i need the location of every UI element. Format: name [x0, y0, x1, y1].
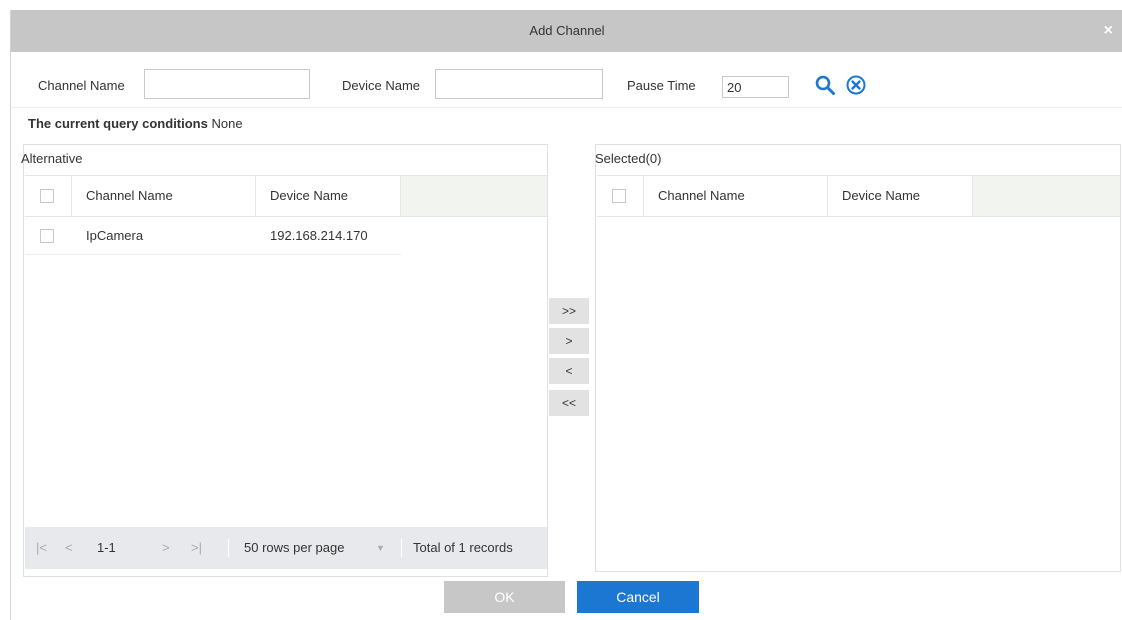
select-all-checkbox[interactable]: [40, 189, 54, 203]
row-device-name: 192.168.214.170: [270, 228, 368, 243]
channel-name-label: Channel Name: [38, 78, 125, 93]
alternative-panel: Alternative Channel Name Device Name IpC…: [21, 144, 548, 577]
rows-per-page-select[interactable]: 50 rows per page: [244, 527, 344, 569]
selected-panel: Selected(0) Channel Name Device Name: [595, 144, 1121, 572]
select-all-cell: [25, 176, 72, 216]
pagination-bar: |< < 1-1 > >| 50 rows per page ▼ Total o…: [25, 527, 547, 569]
add-all-button[interactable]: >>: [549, 298, 589, 324]
column-header-device-name[interactable]: Device Name: [828, 176, 973, 216]
row-channel-name: IpCamera: [86, 228, 144, 243]
chevron-down-icon[interactable]: ▼: [376, 527, 385, 569]
pager-divider: [228, 539, 229, 557]
dialog-title: Add Channel: [529, 23, 605, 38]
cancel-button[interactable]: Cancel: [577, 581, 699, 613]
alternative-title: Alternative: [21, 151, 83, 166]
dialog-titlebar: Add Channel ×: [11, 10, 1122, 52]
select-all-checkbox[interactable]: [612, 189, 626, 203]
pause-time-input[interactable]: [722, 76, 789, 98]
prev-page-icon[interactable]: <: [65, 527, 73, 569]
query-conditions: The current query conditions None: [28, 116, 243, 131]
first-page-icon[interactable]: |<: [36, 527, 47, 569]
add-channel-dialog: Add Channel × Channel Name Device Name P…: [10, 10, 1122, 620]
alternative-table-header: Channel Name Device Name: [25, 175, 547, 217]
filter-bar: Channel Name Device Name Pause Time: [11, 52, 1122, 108]
column-header-channel-name[interactable]: Channel Name: [644, 176, 828, 216]
select-all-cell: [597, 176, 644, 216]
ok-button[interactable]: OK: [444, 581, 565, 613]
table-row[interactable]: IpCamera 192.168.214.170: [25, 217, 401, 255]
page-range: 1-1: [97, 540, 116, 555]
query-conditions-label: The current query conditions: [28, 116, 208, 131]
last-page-icon[interactable]: >|: [191, 527, 202, 569]
remove-all-button[interactable]: <<: [549, 390, 589, 416]
close-icon[interactable]: ×: [1104, 10, 1113, 52]
next-page-icon[interactable]: >: [162, 527, 170, 569]
total-records: Total of 1 records: [413, 540, 513, 555]
selected-table-header: Channel Name Device Name: [597, 175, 1120, 217]
add-selected-button[interactable]: >: [549, 328, 589, 354]
pause-time-label: Pause Time: [627, 78, 696, 93]
search-icon[interactable]: [814, 74, 836, 96]
remove-selected-button[interactable]: <: [549, 358, 589, 384]
query-conditions-value: None: [211, 116, 243, 131]
row-checkbox[interactable]: [40, 229, 54, 243]
column-header-device-name[interactable]: Device Name: [256, 176, 401, 216]
device-name-label: Device Name: [342, 78, 421, 93]
channel-name-input[interactable]: [144, 69, 310, 99]
device-name-input[interactable]: [435, 69, 603, 99]
clear-circle-icon[interactable]: [845, 74, 867, 96]
pager-divider: [401, 539, 402, 557]
column-header-channel-name[interactable]: Channel Name: [72, 176, 256, 216]
selected-title: Selected(0): [595, 151, 662, 166]
